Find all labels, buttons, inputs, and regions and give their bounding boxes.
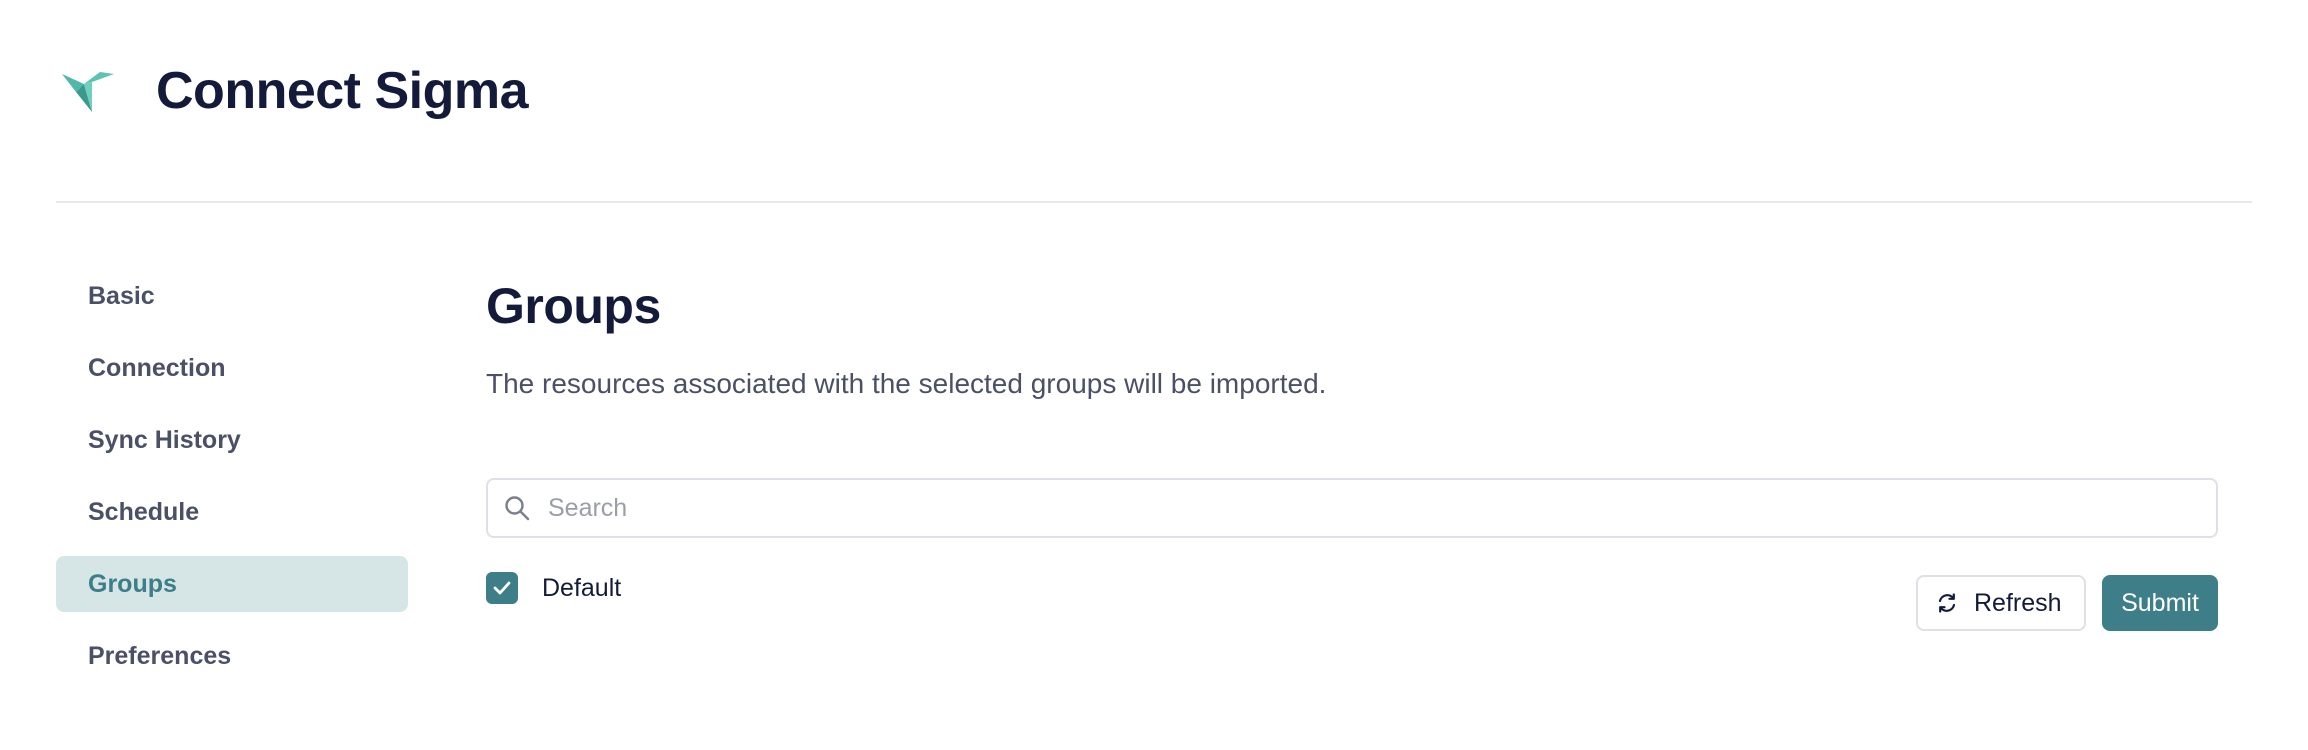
sidebar-item-connection[interactable]: Connection bbox=[56, 340, 408, 396]
sidebar-item-basic[interactable]: Basic bbox=[56, 268, 408, 324]
app-title: Connect Sigma bbox=[156, 62, 529, 120]
sigma-bird-logo-icon bbox=[62, 72, 114, 112]
sidebar-nav: Basic Connection Sync History Schedule G… bbox=[56, 268, 408, 700]
refresh-icon bbox=[1938, 593, 1956, 613]
refresh-label: Refresh bbox=[1974, 588, 2062, 617]
group-row-default[interactable]: Default bbox=[486, 572, 621, 604]
refresh-button[interactable]: Refresh bbox=[1916, 575, 2086, 631]
search-box[interactable] bbox=[486, 478, 2218, 538]
section-title: Groups bbox=[486, 278, 661, 334]
sidebar-item-preferences[interactable]: Preferences bbox=[56, 628, 408, 684]
search-input[interactable] bbox=[548, 480, 2198, 536]
sidebar-item-schedule[interactable]: Schedule bbox=[56, 484, 408, 540]
page-header: Connect Sigma bbox=[56, 0, 2252, 203]
group-label: Default bbox=[542, 573, 622, 602]
search-icon bbox=[505, 496, 530, 521]
group-checkbox[interactable] bbox=[486, 572, 518, 604]
sidebar-item-groups[interactable]: Groups bbox=[56, 556, 408, 612]
page: Connect Sigma Basic Connection Sync Hist… bbox=[0, 0, 2308, 750]
sidebar-item-sync-history[interactable]: Sync History bbox=[56, 412, 408, 468]
section-description: The resources associated with the select… bbox=[486, 368, 1327, 399]
checkmark-icon bbox=[493, 581, 511, 595]
main-content: Groups The resources associated with the… bbox=[486, 270, 2218, 631]
submit-button[interactable]: Submit bbox=[2102, 575, 2218, 631]
